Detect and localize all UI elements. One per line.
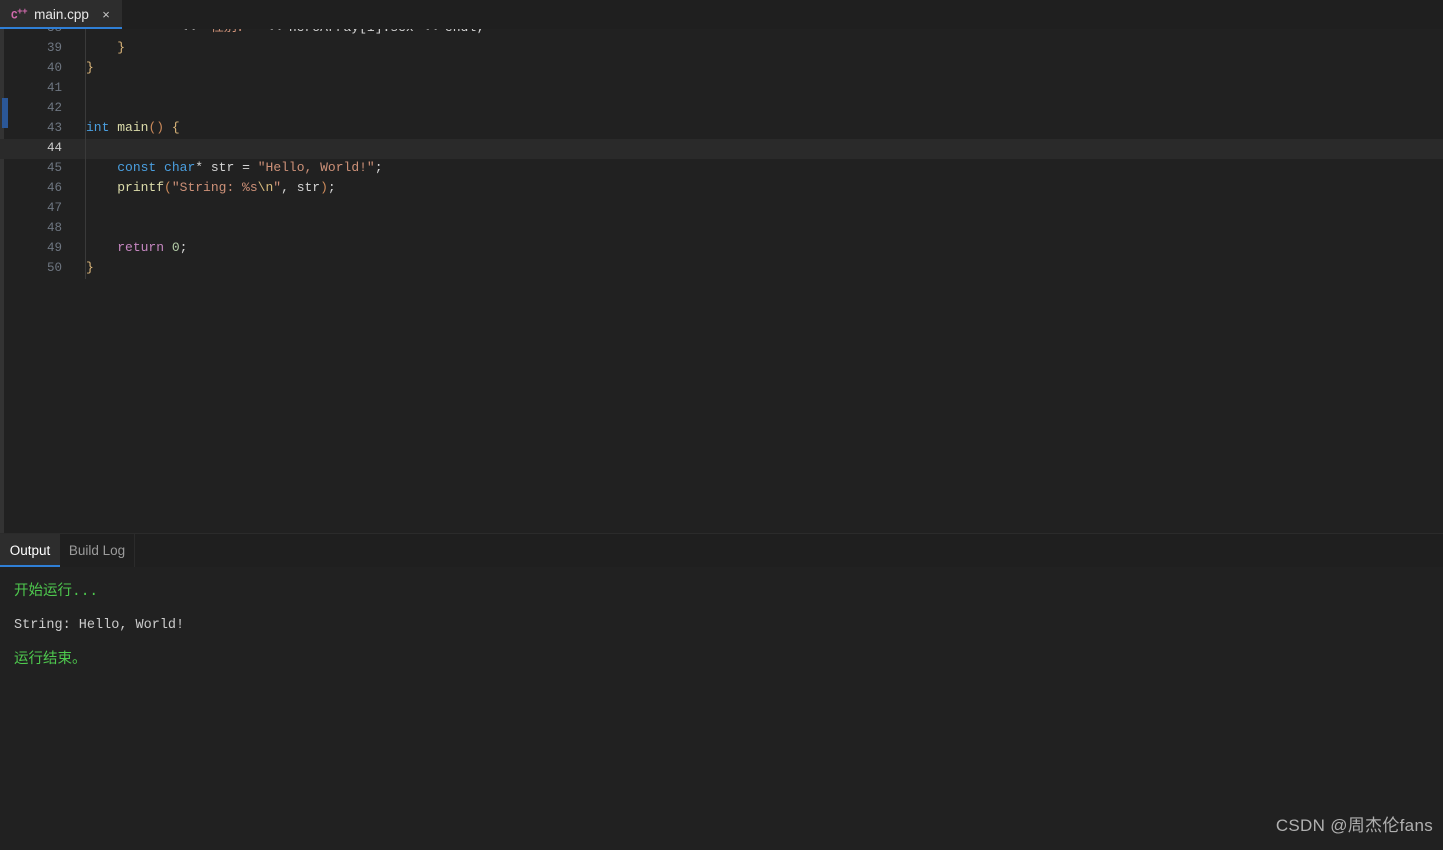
code-line[interactable]: 40}	[0, 58, 1443, 78]
code-line[interactable]: 50}	[0, 258, 1443, 278]
code-editor-area[interactable]: 38 << "性别：" << heroArray[i].sex << endl;…	[0, 29, 1443, 533]
console-line: 运行结束。	[14, 652, 87, 668]
line-number: 43	[46, 121, 62, 135]
code-line[interactable]: 49 return 0;	[0, 238, 1443, 258]
line-number: 50	[46, 261, 62, 275]
panel-tab-separator	[134, 534, 135, 567]
tab-label: main.cpp	[34, 7, 89, 22]
line-number: 41	[46, 81, 62, 95]
tab-output-label: Output	[9, 543, 51, 558]
code-line[interactable]: 47	[0, 198, 1443, 218]
line-content: int main() {	[86, 120, 180, 135]
line-content: printf("String: %s\n", str);	[117, 180, 336, 195]
line-number: 39	[46, 41, 62, 55]
code-line[interactable]: 42	[0, 98, 1443, 118]
tab-main-cpp[interactable]: C++ main.cpp ×	[0, 0, 122, 29]
line-content: }	[86, 60, 94, 75]
code-line-clipped: 38 << "性别：" << heroArray[i].sex << endl;	[0, 29, 1443, 38]
line-content: }	[86, 40, 126, 55]
code-line[interactable]: 48	[0, 218, 1443, 238]
tab-output[interactable]: Output	[0, 534, 60, 567]
line-number: 38	[0, 29, 62, 38]
output-console[interactable]: 开始运行... String: Hello, World! 运行结束。	[0, 567, 1443, 850]
editor-window: C++ main.cpp × 38 << "性别：" << heroArray[…	[0, 0, 1443, 850]
code-line[interactable]: 45 const char* str = "Hello, World!";	[0, 158, 1443, 178]
line-content: return 0;	[117, 240, 188, 255]
cpp-file-icon: C++	[11, 5, 28, 23]
line-content: << "性别：" << heroArray[i].sex << endl;	[86, 29, 484, 38]
close-icon[interactable]: ×	[99, 8, 113, 21]
line-number: 45	[46, 161, 62, 175]
panel-tab-bar: Output Build Log	[0, 534, 1443, 567]
line-content: const char* str = "Hello, World!";	[117, 160, 383, 175]
tab-build-log[interactable]: Build Log	[60, 534, 134, 567]
csdn-watermark: CSDN @周杰伦fans	[1275, 816, 1433, 835]
code-line[interactable]: 41	[0, 78, 1443, 98]
code-line[interactable]: 46 printf("String: %s\n", str);	[0, 178, 1443, 198]
code-line[interactable]: 43 int main() {	[0, 118, 1443, 138]
line-content: }	[86, 260, 94, 275]
line-number: 42	[46, 101, 62, 115]
tab-build-log-label: Build Log	[68, 543, 126, 558]
code-lines[interactable]: 38 << "性别：" << heroArray[i].sex << endl;…	[0, 29, 1443, 533]
code-line[interactable]: 44	[0, 138, 1443, 158]
console-line: 开始运行...	[14, 584, 99, 600]
tab-bar-empty-area	[122, 0, 1443, 29]
line-number: 44	[46, 141, 62, 155]
console-line: String: Hello, World!	[14, 618, 185, 633]
code-line[interactable]: 39 }	[0, 38, 1443, 58]
line-number: 48	[46, 221, 62, 235]
line-number: 49	[46, 241, 62, 255]
line-number: 40	[46, 61, 62, 75]
line-number: 47	[46, 201, 62, 215]
line-number: 46	[46, 181, 62, 195]
editor-tab-bar: C++ main.cpp ×	[0, 0, 1443, 29]
